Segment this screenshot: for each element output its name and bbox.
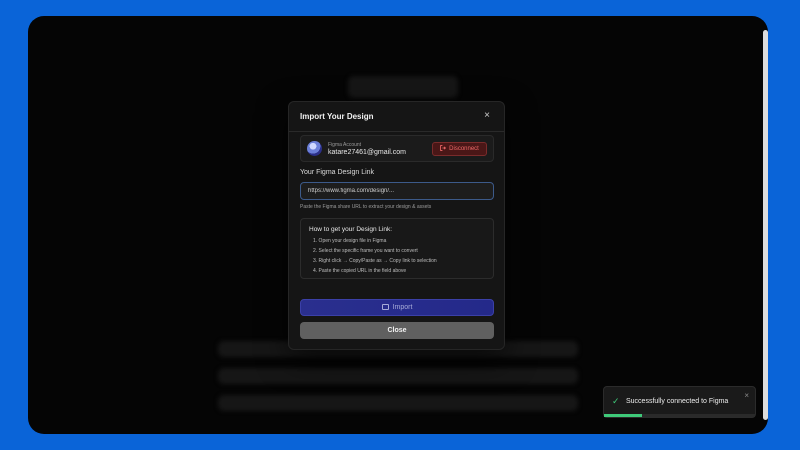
figma-account-card: Figma Account katare27461@gmail.com Disc… bbox=[300, 135, 494, 162]
howto-step: 4. Paste the copied URL in the field abo… bbox=[313, 268, 407, 274]
howto-step: 2. Select the specific frame you want to… bbox=[313, 248, 418, 254]
background-row-blur bbox=[218, 368, 578, 384]
close-icon[interactable]: × bbox=[481, 110, 493, 122]
disconnect-label: Disconnect bbox=[449, 146, 479, 152]
close-button[interactable]: Close bbox=[300, 322, 494, 339]
toast-close-icon[interactable]: × bbox=[744, 391, 749, 400]
account-email: katare27461@gmail.com bbox=[328, 149, 406, 156]
howto-box: How to get your Design Link: 1. Open you… bbox=[300, 218, 494, 279]
image-icon bbox=[381, 304, 389, 310]
logout-icon bbox=[440, 143, 447, 155]
background-row-blur bbox=[218, 395, 578, 411]
success-toast: ✓ Successfully connected to Figma × bbox=[603, 386, 756, 418]
import-label: Import bbox=[392, 304, 413, 311]
account-label: Figma Account bbox=[328, 142, 362, 148]
design-link-input[interactable] bbox=[300, 182, 494, 200]
toast-progress-track bbox=[604, 414, 755, 417]
toast-progress-fill bbox=[604, 414, 642, 417]
howto-steps: 1. Open your design file in Figma 2. Sel… bbox=[313, 236, 437, 276]
design-link-label: Your Figma Design Link bbox=[300, 169, 375, 176]
import-button[interactable]: Import bbox=[300, 299, 494, 316]
check-icon: ✓ bbox=[612, 396, 620, 406]
modal-title: Import Your Design bbox=[300, 112, 374, 121]
scrollbar-thumb[interactable] bbox=[763, 30, 768, 420]
howto-step: 1. Open your design file in Figma bbox=[313, 238, 387, 244]
modal-header: Import Your Design × bbox=[289, 102, 504, 132]
scrollbar[interactable] bbox=[762, 22, 768, 422]
avatar bbox=[307, 141, 322, 156]
background-heading-blur bbox=[348, 76, 458, 98]
design-link-hint: Paste the Figma share URL to extract you… bbox=[300, 204, 432, 210]
disconnect-button[interactable]: Disconnect bbox=[432, 142, 487, 156]
import-design-modal: Import Your Design × Figma Account katar… bbox=[288, 101, 505, 350]
howto-title: How to get your Design Link: bbox=[309, 226, 393, 233]
toast-message: Successfully connected to Figma bbox=[626, 398, 729, 405]
howto-step: 3. Right click → Copy/Paste as → Copy li… bbox=[313, 258, 437, 264]
